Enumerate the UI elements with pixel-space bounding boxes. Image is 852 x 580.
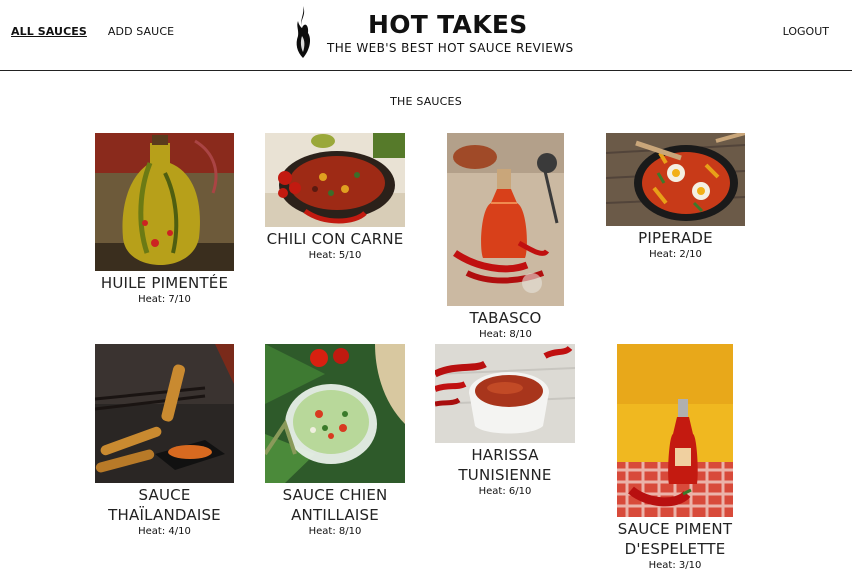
sauce-name: ANTILLAISE	[291, 506, 379, 524]
sauce-heat: Heat: 3/10	[648, 560, 702, 571]
chili-oil-bottle-image	[95, 133, 234, 271]
sauce-heat: Heat: 8/10	[308, 526, 362, 537]
espelette-bottle-image	[617, 344, 733, 517]
sauce-name: TABASCO	[469, 309, 542, 327]
sauce-heat: Heat: 8/10	[479, 329, 532, 340]
sauce-card[interactable]: HUILE PIMENTÉE Heat: 7/10	[95, 133, 234, 307]
thai-sauce-dip-image	[95, 344, 234, 483]
sauce-card[interactable]: SAUCE THAÏLANDAISE Heat: 4/10	[95, 344, 234, 539]
sauce-card[interactable]: HARISSA TUNISIENNE Heat: 6/10	[435, 344, 575, 499]
sauce-heat: Heat: 6/10	[478, 486, 532, 497]
sauce-name: PIPERADE	[638, 229, 713, 247]
sauce-card[interactable]: PIPERADE Heat: 2/10	[606, 133, 745, 262]
site-title: HOT TAKES	[368, 10, 528, 39]
nav-all-sauces-link[interactable]: ALL SAUCES	[11, 25, 87, 38]
sauce-name: HARISSA	[471, 446, 539, 464]
sauce-card[interactable]: SAUCE PIMENT D'ESPELETTE Heat: 3/10	[617, 344, 733, 573]
brand-logo: HOT TAKES THE WEB'S BEST HOT SAUCE REVIE…	[293, 6, 573, 62]
sauce-heat: Heat: 5/10	[308, 250, 362, 261]
sauce-name: SAUCE CHIEN	[282, 486, 388, 504]
sauce-name: THAÏLANDAISE	[108, 506, 221, 524]
sauce-name: TUNISIENNE	[458, 466, 552, 484]
sauce-name: SAUCE	[138, 486, 191, 504]
sauce-name: D'ESPELETTE	[624, 540, 726, 558]
site-header: ALL SAUCES ADD SAUCE HOT TAKES THE WEB'S…	[0, 0, 852, 71]
sauce-name: SAUCE PIMENT	[617, 520, 733, 538]
logout-link[interactable]: LOGOUT	[783, 25, 829, 38]
sauce-heat: Heat: 4/10	[138, 526, 191, 537]
sauce-heat: Heat: 7/10	[138, 294, 191, 305]
sauce-name: CHILI CON CARNE	[266, 230, 404, 248]
sauce-chien-bowl-image	[265, 344, 405, 483]
sauce-name: HUILE PIMENTÉE	[100, 274, 229, 292]
flame-logo-icon	[296, 6, 311, 58]
piperade-pan-image	[606, 133, 745, 226]
harissa-bowl-image	[435, 344, 575, 443]
chili-con-carne-pan-image	[265, 133, 405, 227]
sauce-card[interactable]: SAUCE CHIEN ANTILLAISE Heat: 8/10	[265, 344, 405, 539]
sauce-card[interactable]: CHILI CON CARNE Heat: 5/10	[265, 133, 405, 263]
sauce-card[interactable]: TABASCO Heat: 8/10	[447, 133, 564, 342]
nav-add-sauce-link[interactable]: ADD SAUCE	[108, 25, 174, 38]
tabasco-bottle-image	[447, 133, 564, 306]
main-nav: ALL SAUCES ADD SAUCE	[11, 25, 174, 38]
sauce-heat: Heat: 2/10	[649, 249, 702, 260]
site-tagline: THE WEB'S BEST HOT SAUCE REVIEWS	[327, 41, 574, 55]
section-title: THE SAUCES	[390, 95, 462, 108]
